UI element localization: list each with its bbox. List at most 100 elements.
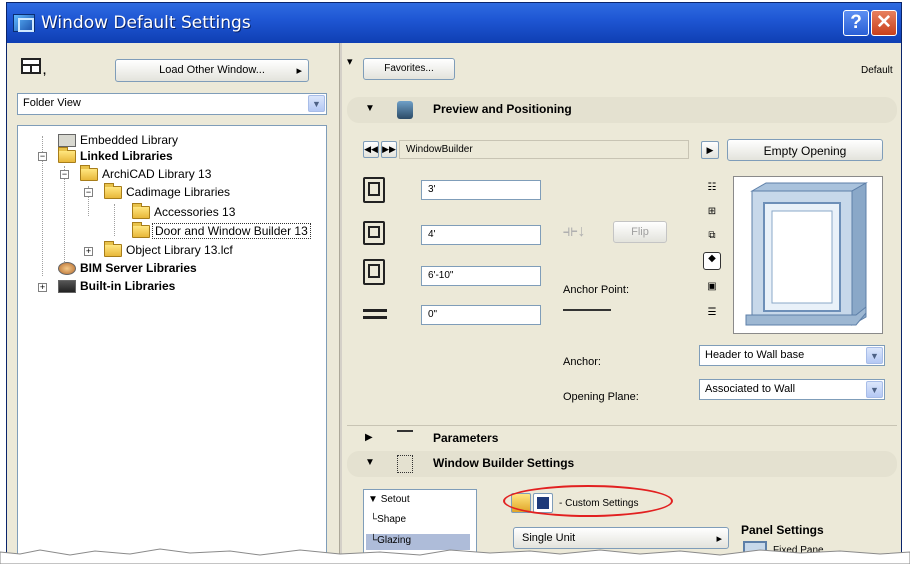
folder-icon (132, 203, 150, 219)
archicad-window-icon (13, 14, 35, 32)
section-title: Preview and Positioning (433, 102, 572, 116)
panel-splitter[interactable] (339, 43, 342, 561)
close-button[interactable]: ✕ (871, 10, 897, 36)
flip-label: Flip (631, 226, 649, 238)
help-button[interactable]: ? (843, 10, 869, 36)
tree-item-label: ArchiCAD Library 13 (102, 167, 212, 181)
sill-height-value: 6'-10" (428, 270, 454, 281)
title-bar[interactable]: Window Default Settings ? ✕ (7, 3, 901, 43)
library-settings-icon[interactable] (21, 58, 41, 74)
preview-section-header[interactable]: ▼ Preview and Positioning (347, 97, 897, 123)
view-mode-select[interactable]: Folder View ▼ (17, 93, 327, 115)
empty-opening-button[interactable]: Empty Opening (727, 139, 883, 161)
previous-object-button[interactable]: ◀◀ (363, 141, 379, 158)
chevron-down-icon[interactable]: ▼ (308, 95, 325, 112)
width-field[interactable]: 3' (421, 180, 541, 200)
section-title: Parameters (433, 431, 499, 445)
tree-connector (114, 204, 115, 236)
width-value: 3' (428, 184, 436, 195)
settings-panel: ▾ Favorites... Default ▼ Preview and Pos… (343, 43, 901, 561)
flip-button[interactable]: Flip (613, 221, 667, 243)
tree-item-label: Door and Window Builder 13 (152, 223, 311, 239)
load-other-window-button[interactable]: Load Other Window... ▸ (115, 59, 309, 82)
load-button-label: Load Other Window... (159, 64, 265, 76)
builder-settings-icon (397, 455, 413, 473)
collapse-toggle[interactable]: − (60, 170, 69, 179)
window-3d-preview (733, 176, 883, 334)
next-object-button[interactable]: ▶▶ (381, 141, 397, 158)
section-title: Window Builder Settings (433, 456, 575, 470)
default-label: Default (861, 65, 893, 76)
expand-arrow-icon[interactable]: ▶ (365, 432, 373, 443)
collapse-arrow-icon[interactable]: ▼ (365, 103, 375, 114)
opening-plane-select[interactable]: Associated to Wall ▼ (699, 379, 885, 400)
collapse-arrow-icon[interactable]: ▼ (365, 457, 375, 468)
section-divider (347, 425, 897, 426)
elevation-view-icon[interactable]: ☷ (705, 182, 719, 194)
tree-item-label: Cadimage Libraries (126, 185, 231, 199)
favorites-arrow-icon: ▾ (347, 56, 353, 68)
width-icon (363, 177, 385, 203)
offset-value: 0" (428, 309, 438, 320)
folder-icon (58, 147, 76, 163)
bim-server-icon (58, 262, 76, 275)
favorites-button[interactable]: Favorites... (363, 58, 455, 80)
tree-connector (64, 166, 65, 266)
offset-field[interactable]: 0" (421, 305, 541, 325)
tree-item-label: Built-in Libraries (80, 279, 176, 293)
chevron-right-icon: ▸ (296, 65, 302, 77)
folder-icon (104, 183, 122, 199)
anchor-select[interactable]: Header to Wall base ▼ (699, 345, 885, 366)
folder-icon (80, 165, 98, 181)
anchor-point-label: Anchor Point: (563, 284, 630, 296)
object-menu-button[interactable]: ▶ (701, 141, 719, 159)
parameters-view-icon[interactable]: ☰ (705, 307, 719, 319)
sill-height-field[interactable]: 6'-10" (421, 266, 541, 286)
tree-item-setout[interactable]: ▼ Setout (368, 494, 410, 505)
tree-item-shape[interactable]: └Shape (370, 514, 406, 525)
tree-item-label: Accessories 13 (154, 205, 236, 219)
empty-opening-label: Empty Opening (763, 144, 847, 158)
tree-item-label: BIM Server Libraries (80, 261, 197, 275)
open-folder-icon (132, 222, 150, 238)
plan-view-icon[interactable]: ⊞ (705, 206, 719, 218)
frame-view-icon[interactable]: ▣ (705, 281, 719, 293)
3d-view-icon[interactable]: ◆ (703, 252, 721, 270)
mirror-icon: ⟛↓ (563, 223, 586, 240)
object-name-value: WindowBuilder (406, 144, 473, 155)
wall-offset-icon (363, 309, 387, 319)
sill-height-icon (363, 259, 385, 285)
height-icon (363, 221, 385, 245)
panel-settings-label: Panel Settings (741, 523, 824, 537)
expand-toggle[interactable]: + (84, 247, 93, 256)
object-name-field: WindowBuilder (399, 140, 689, 159)
chevron-down-icon[interactable]: ▼ (866, 381, 883, 398)
opening-plane-label: Opening Plane: (563, 391, 639, 403)
anchor-value: Header to Wall base (705, 349, 805, 361)
built-in-library-icon (58, 280, 76, 293)
folder-icon (104, 241, 122, 257)
opening-plane-value: Associated to Wall (705, 383, 796, 395)
anchor-point-icon[interactable] (563, 309, 611, 319)
height-value: 4' (428, 229, 436, 240)
window-3d-preview-image (745, 182, 868, 326)
anchor-label: Anchor: (563, 356, 601, 368)
window-title: Window Default Settings (41, 13, 251, 33)
parameters-section-header[interactable]: ▶ Parameters (347, 429, 897, 449)
height-field[interactable]: 4' (421, 225, 541, 245)
collapse-toggle[interactable]: − (84, 188, 93, 197)
expand-toggle[interactable]: + (38, 283, 47, 292)
view-mode-value: Folder View (23, 97, 81, 109)
builder-section-header[interactable]: ▼ Window Builder Settings (347, 451, 897, 477)
parameters-icon (397, 430, 413, 444)
window-preview-icon (397, 101, 413, 119)
chevron-down-icon[interactable]: ▼ (866, 347, 883, 364)
tree-item-label: Linked Libraries (80, 149, 173, 163)
dialog-window: Window Default Settings ? ✕ , Load Other… (6, 2, 902, 562)
collapse-toggle[interactable]: − (38, 152, 47, 161)
library-tree[interactable]: Embedded Library − Linked Libraries − Ar… (17, 125, 327, 561)
section-view-icon[interactable]: ⧉ (705, 230, 719, 242)
favorites-label: Favorites... (384, 63, 434, 74)
library-icon (58, 134, 76, 147)
tree-item-label: Embedded Library (80, 133, 179, 147)
